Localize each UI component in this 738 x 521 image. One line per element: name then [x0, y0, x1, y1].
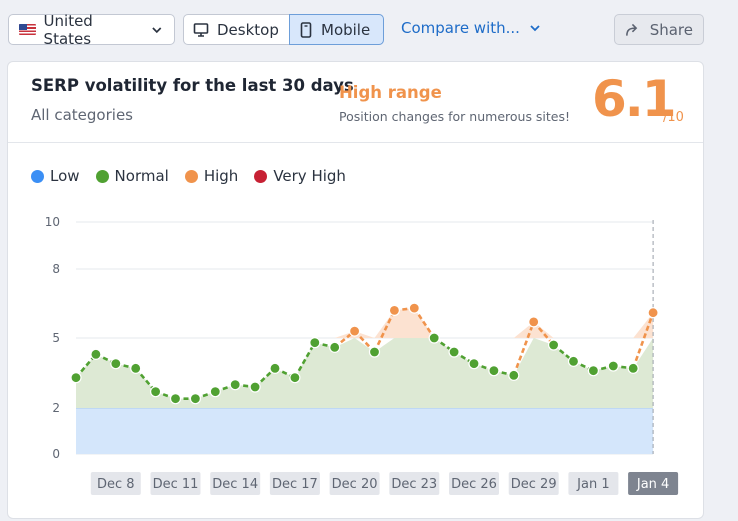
data-point[interactable]	[289, 372, 301, 384]
desktop-label: Desktop	[217, 20, 279, 39]
x-tick-label: Jan 4	[636, 477, 669, 492]
data-point[interactable]	[329, 341, 341, 353]
data-point[interactable]	[647, 307, 659, 319]
mobile-label: Mobile	[321, 20, 371, 39]
data-point[interactable]	[408, 302, 420, 314]
data-point[interactable]	[229, 379, 241, 391]
data-point[interactable]	[309, 337, 321, 349]
desktop-tab[interactable]: Desktop	[183, 14, 290, 45]
mobile-icon	[300, 21, 312, 38]
data-point[interactable]	[388, 304, 400, 316]
y-tick-label: 5	[52, 331, 60, 345]
data-point[interactable]	[130, 362, 142, 374]
data-point[interactable]	[468, 358, 480, 370]
data-point[interactable]	[448, 346, 460, 358]
mobile-tab[interactable]: Mobile	[289, 14, 384, 45]
country-label: United States	[43, 11, 93, 48]
share-label: Share	[649, 20, 693, 39]
data-point[interactable]	[189, 393, 201, 405]
data-point[interactable]	[249, 381, 261, 393]
data-point[interactable]	[528, 316, 540, 328]
data-point[interactable]	[90, 348, 102, 360]
x-tick-label: Dec 8	[97, 477, 135, 492]
y-tick-label: 0	[52, 447, 60, 461]
share-icon	[626, 23, 638, 36]
x-tick-label: Dec 26	[451, 477, 497, 492]
data-point[interactable]	[567, 355, 580, 367]
data-point[interactable]	[508, 369, 520, 381]
country-selector[interactable]: United States	[8, 11, 175, 48]
data-point[interactable]	[169, 393, 182, 405]
normal-area	[76, 338, 654, 408]
volatility-chart: 0 2 5 8 10 Dec 8 Dec 11 Dec 14 Dec 17 Dec 20 Dec 2…	[45, 215, 679, 495]
low-band	[76, 408, 654, 454]
high-area	[76, 308, 654, 338]
data-point[interactable]	[488, 365, 500, 377]
compare-label: Compare with...	[401, 19, 520, 37]
y-tick-label: 2	[52, 401, 60, 415]
x-tick-label: Dec 11	[153, 477, 199, 492]
data-point[interactable]	[110, 358, 122, 370]
toolbar: United States Desktop Mobile Compare wit…	[0, 0, 738, 58]
x-tick-label: Dec 17	[272, 477, 318, 492]
data-point[interactable]	[428, 332, 440, 344]
data-point[interactable]	[368, 346, 381, 358]
data-point[interactable]	[607, 360, 619, 372]
share-button[interactable]: Share	[614, 14, 704, 45]
x-tick-label: Dec 23	[391, 477, 437, 492]
x-tick-label: Dec 20	[332, 477, 378, 492]
compare-dropdown[interactable]: Compare with...	[401, 19, 542, 37]
x-tick-label: Jan 1	[576, 477, 609, 492]
data-point[interactable]	[209, 386, 221, 398]
us-flag-icon	[19, 24, 36, 35]
y-tick-label: 8	[52, 262, 60, 276]
data-point[interactable]	[627, 362, 639, 374]
data-point[interactable]	[547, 339, 560, 351]
volatility-card: SERP volatility for the last 30 days All…	[7, 61, 704, 519]
device-toggle: Desktop Mobile	[183, 14, 384, 45]
x-tick-label: Dec 29	[511, 477, 557, 492]
chevron-down-icon	[530, 25, 540, 32]
desktop-icon	[193, 22, 209, 37]
x-tick-label: Dec 14	[212, 477, 258, 492]
data-point[interactable]	[269, 362, 281, 374]
chevron-down-icon	[152, 26, 162, 33]
y-tick-label: 10	[45, 215, 60, 229]
data-point[interactable]	[70, 372, 82, 384]
data-point[interactable]	[587, 365, 600, 377]
data-point[interactable]	[150, 386, 162, 398]
data-point[interactable]	[349, 325, 361, 337]
